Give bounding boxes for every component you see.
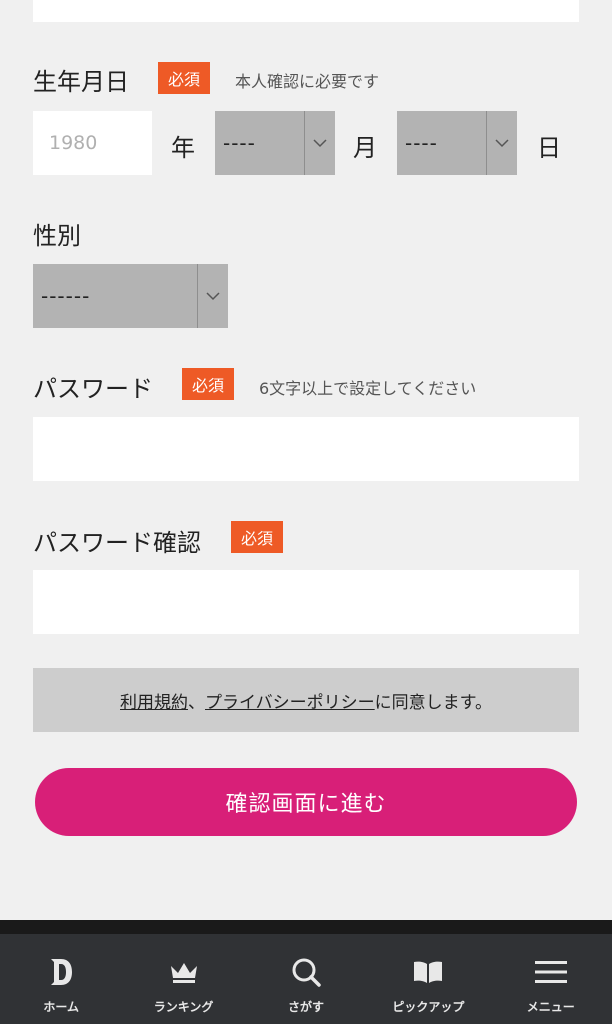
birthday-hint: 本人確認に必要です <box>235 72 380 91</box>
tab-pickup-label: ピックアップ <box>392 1000 465 1014</box>
birth-month-select[interactable]: ---- <box>215 111 335 175</box>
chevron-down-icon <box>197 264 228 328</box>
bottom-tab-bar: ホーム ランキング さがす ピックアップ メニュー <box>0 934 612 1024</box>
password-confirm-input[interactable] <box>33 570 579 634</box>
gender-select[interactable]: ------ <box>33 264 228 328</box>
chevron-down-icon <box>486 111 517 175</box>
birth-day-value: ---- <box>405 131 438 155</box>
footer-divider <box>0 920 612 934</box>
tab-home-label: ホーム <box>43 1000 79 1014</box>
birth-year-placeholder: 1980 <box>49 132 98 154</box>
search-icon <box>291 956 321 988</box>
birth-month-value: ---- <box>223 131 256 155</box>
password-confirm-required-badge: 必須 <box>231 521 283 553</box>
birth-day-select[interactable]: ---- <box>397 111 517 175</box>
hamburger-menu-icon <box>534 956 568 988</box>
book-icon <box>412 956 444 988</box>
password-required-badge: 必須 <box>182 368 234 400</box>
chevron-down-icon <box>304 111 335 175</box>
gender-value: ------ <box>41 284 91 308</box>
tab-search[interactable]: さがす <box>245 934 367 1015</box>
agreement-suffix: に同意します。 <box>374 692 492 713</box>
agreement-box: 利用規約 、 プライバシーポリシー に同意します。 <box>33 668 579 732</box>
month-unit: 月 <box>353 134 377 162</box>
tab-menu[interactable]: メニュー <box>490 934 612 1015</box>
home-d-logo-icon <box>48 956 74 988</box>
proceed-to-confirm-button[interactable]: 確認画面に進む <box>35 768 577 836</box>
password-input[interactable] <box>33 417 579 481</box>
birthday-label: 生年月日 <box>33 68 129 96</box>
agreement-separator: 、 <box>188 692 205 713</box>
gender-label: 性別 <box>33 222 81 250</box>
tab-ranking[interactable]: ランキング <box>123 934 245 1015</box>
password-label: パスワード <box>33 375 153 403</box>
previous-input-field[interactable] <box>33 0 579 22</box>
tab-ranking-label: ランキング <box>153 1000 214 1014</box>
tab-search-label: さがす <box>287 1000 324 1014</box>
year-unit: 年 <box>171 134 195 162</box>
tab-menu-label: メニュー <box>526 1000 575 1014</box>
password-hint: 6文字以上で設定してください <box>259 379 477 398</box>
tab-home[interactable]: ホーム <box>0 934 122 1015</box>
crown-icon <box>169 956 199 988</box>
terms-link[interactable]: 利用規約 <box>120 688 188 713</box>
privacy-policy-link[interactable]: プライバシーポリシー <box>205 688 375 713</box>
birthday-required-badge: 必須 <box>158 62 210 94</box>
password-confirm-label: パスワード確認 <box>33 529 201 557</box>
day-unit: 日 <box>537 134 561 162</box>
birth-year-input[interactable]: 1980 <box>33 111 152 175</box>
tab-pickup[interactable]: ピックアップ <box>367 934 489 1015</box>
